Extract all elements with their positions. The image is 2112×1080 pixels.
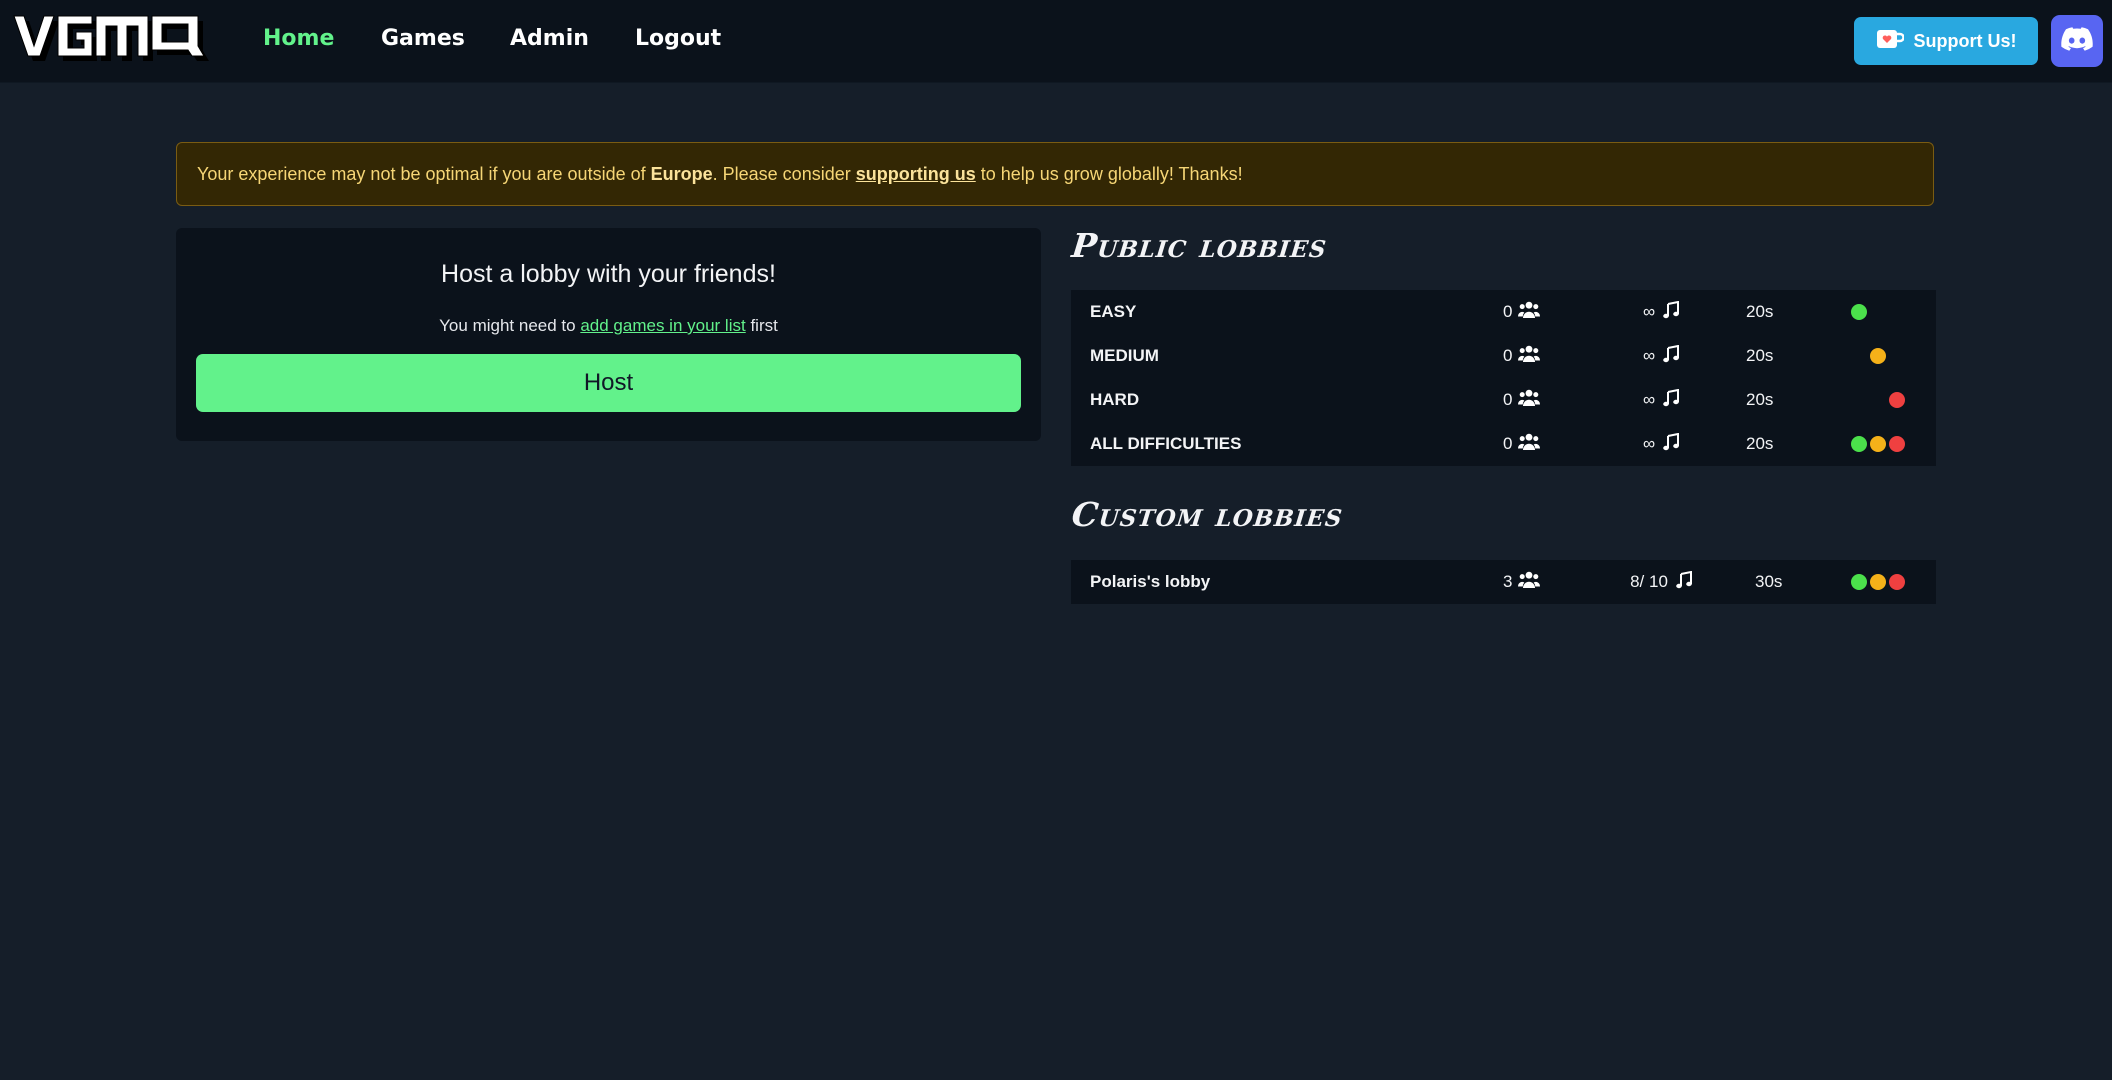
ko-fi-cup-icon xyxy=(1876,28,1905,55)
lobby-players: 0 xyxy=(1503,334,1541,378)
players-icon xyxy=(1518,571,1541,594)
support-us-label: Support Us! xyxy=(1913,30,2017,51)
music-note-icon xyxy=(1663,432,1680,456)
difficulty-hard-dot xyxy=(1889,392,1905,408)
lobby-name: ALL DIFFICULTIES xyxy=(1090,434,1242,453)
music-note-icon xyxy=(1663,300,1680,324)
lobby-time: 20s xyxy=(1746,302,1774,321)
player-count: 3 xyxy=(1503,572,1513,591)
difficulty-hard-dot xyxy=(1889,574,1905,590)
host-card-title: Host a lobby with your friends! xyxy=(441,260,776,288)
lobby-players: 0 xyxy=(1503,378,1541,422)
alert-suffix: to help us grow globally! Thanks! xyxy=(980,163,1243,184)
lobby-players: 3 xyxy=(1503,560,1541,604)
lobby-time: 30s xyxy=(1755,572,1783,591)
players-icon xyxy=(1518,433,1541,456)
song-count: 8/ 10 xyxy=(1630,572,1668,591)
hint-prefix: You might need to xyxy=(439,316,576,335)
difficulty-medium-dot xyxy=(1870,348,1886,364)
lobby-players: 0 xyxy=(1503,290,1541,334)
host-button[interactable]: Host xyxy=(196,354,1021,412)
song-count: ∞ xyxy=(1642,434,1656,453)
support-us-button[interactable]: Support Us! xyxy=(1854,17,2038,65)
public-lobbies-title: Public lobbies xyxy=(1069,226,1330,265)
add-games-link[interactable]: add games in your list xyxy=(580,316,745,335)
region-warning-alert: Your experience may not be optimal if yo… xyxy=(176,142,1934,206)
player-count: 0 xyxy=(1503,302,1513,321)
song-count: ∞ xyxy=(1642,302,1656,321)
lobby-row[interactable]: MEDIUM 0 ∞ 20s xyxy=(1071,334,1936,378)
discord-button[interactable] xyxy=(2051,15,2103,67)
lobby-name: EASY xyxy=(1090,302,1137,321)
nav-admin[interactable]: Admin xyxy=(510,26,589,51)
lobby-time: 20s xyxy=(1746,346,1774,365)
music-note-icon xyxy=(1663,344,1680,368)
lobby-row[interactable]: Polaris's lobby 3 8/ 10 30s xyxy=(1071,560,1936,604)
difficulty-indicators xyxy=(1851,334,1926,378)
music-note-icon xyxy=(1663,388,1680,412)
alert-prefix: Your experience may not be optimal if yo… xyxy=(197,163,646,184)
difficulty-hard-dot xyxy=(1889,436,1905,452)
host-card-hint: You might need to add games in your list… xyxy=(176,316,1041,336)
player-count: 0 xyxy=(1503,346,1513,365)
host-lobby-card: Host a lobby with your friends! You migh… xyxy=(176,228,1041,441)
lobby-row[interactable]: ALL DIFFICULTIES 0 ∞ 20s xyxy=(1071,422,1936,466)
difficulty-indicators xyxy=(1851,422,1926,466)
lobby-name: HARD xyxy=(1090,390,1140,409)
nav-logout[interactable]: Logout xyxy=(635,26,721,51)
lobby-players: 0 xyxy=(1503,422,1541,466)
custom-lobbies-table: Polaris's lobby 3 8/ 10 30s xyxy=(1071,560,1936,604)
difficulty-easy-dot xyxy=(1851,436,1867,452)
lobby-name: Polaris's lobby xyxy=(1090,572,1211,591)
hint-suffix: first xyxy=(750,316,778,335)
music-note-icon xyxy=(1676,570,1692,594)
discord-icon xyxy=(2061,26,2093,56)
difficulty-medium-dot xyxy=(1870,574,1886,590)
lobby-row[interactable]: EASY 0 ∞ 20s xyxy=(1071,290,1936,334)
players-icon xyxy=(1518,389,1541,412)
players-icon xyxy=(1518,345,1541,368)
player-count: 0 xyxy=(1503,434,1513,453)
difficulty-easy-dot xyxy=(1851,304,1867,320)
alert-middle: . Please consider xyxy=(712,163,851,184)
lobby-name: MEDIUM xyxy=(1090,346,1159,365)
difficulty-easy-dot xyxy=(1851,574,1867,590)
navbar: Home Games Admin Logout Support Us! xyxy=(0,0,2112,83)
nav-home[interactable]: Home xyxy=(263,26,334,51)
public-lobbies-table: EASY 0 ∞ 20s MEDIUM 0 ∞ 20s HARD 0 ∞ 20s ALL DIFFICU… xyxy=(1071,290,1936,466)
nav-games[interactable]: Games xyxy=(381,26,465,51)
vgmq-logo[interactable] xyxy=(12,12,212,70)
lobby-row[interactable]: HARD 0 ∞ 20s xyxy=(1071,378,1936,422)
lobby-songs: ∞ xyxy=(1621,290,1701,334)
song-count: ∞ xyxy=(1642,390,1656,409)
song-count: ∞ xyxy=(1642,346,1656,365)
supporting-us-link[interactable]: supporting us xyxy=(856,164,976,185)
difficulty-indicators xyxy=(1851,378,1926,422)
lobby-time: 20s xyxy=(1746,390,1774,409)
difficulty-indicators xyxy=(1851,560,1926,604)
lobby-songs: ∞ xyxy=(1621,422,1701,466)
lobby-songs: ∞ xyxy=(1621,378,1701,422)
lobby-songs: 8/ 10 xyxy=(1621,560,1701,604)
lobby-time: 20s xyxy=(1746,434,1774,453)
alert-region: Europe xyxy=(650,163,713,184)
difficulty-medium-dot xyxy=(1870,436,1886,452)
lobby-songs: ∞ xyxy=(1621,334,1701,378)
custom-lobbies-title: Custom lobbies xyxy=(1069,495,1346,534)
players-icon xyxy=(1518,301,1541,324)
player-count: 0 xyxy=(1503,390,1513,409)
difficulty-indicators xyxy=(1851,290,1926,334)
